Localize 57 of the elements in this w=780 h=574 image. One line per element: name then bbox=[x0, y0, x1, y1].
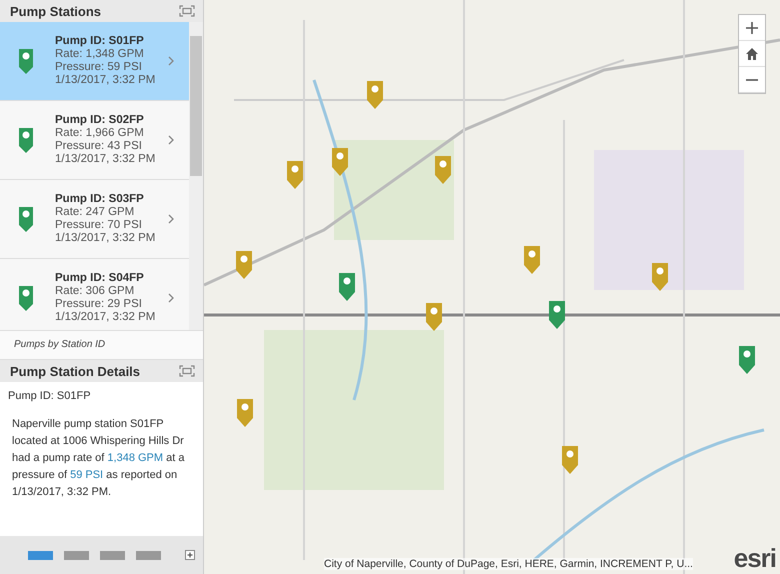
page-indicator[interactable] bbox=[100, 550, 125, 560]
chevron-icon bbox=[168, 56, 174, 66]
timestamp: 1/13/2017, 3:32 PM bbox=[55, 74, 156, 87]
map-pin-icon[interactable] bbox=[235, 250, 253, 280]
pressure-text: Pressure: 43 PSI bbox=[55, 140, 143, 153]
map-pin-icon bbox=[17, 47, 35, 75]
rate-text: Rate: 1,348 GPM bbox=[55, 48, 145, 61]
map[interactable]: City of Naperville, County of DuPage, Esri, HERE, Garmin, INCREMENT P, U... esri bbox=[204, 0, 780, 574]
map-pin-icon[interactable] bbox=[236, 398, 254, 428]
minus-icon bbox=[746, 78, 758, 80]
rate-text: Rate: 247 GPM bbox=[55, 206, 136, 219]
scrollbar[interactable] bbox=[189, 22, 203, 330]
map-pin-icon[interactable] bbox=[331, 147, 349, 177]
pump-id: Pump ID: S01FP bbox=[8, 390, 92, 402]
timestamp: 1/13/2017, 3:32 PM bbox=[55, 232, 156, 245]
chevron-icon bbox=[168, 293, 174, 303]
plus-icon bbox=[745, 20, 759, 34]
map-pin-icon[interactable] bbox=[561, 445, 579, 475]
map-pin-icon[interactable] bbox=[738, 345, 756, 375]
station-list-item[interactable]: Pump ID: S01FP Rate: 1,348 GPM Pressure: 59 PSI 1/13/2017, 3:32 PM bbox=[0, 22, 189, 101]
map-pin-icon[interactable] bbox=[338, 272, 356, 302]
maximize-icon[interactable] bbox=[179, 365, 195, 377]
map-pin-icon[interactable] bbox=[286, 160, 304, 190]
rate-text: Rate: 306 GPM bbox=[55, 285, 136, 298]
page-indicator[interactable] bbox=[28, 550, 53, 560]
chevron-icon bbox=[168, 135, 174, 145]
logo: esri bbox=[734, 543, 776, 574]
pressure-text: Pressure: 29 PSI bbox=[55, 298, 143, 311]
map-pin-icon bbox=[17, 284, 35, 312]
map-pin-icon[interactable] bbox=[425, 302, 443, 332]
pump-id: Pump ID: S01FP bbox=[55, 35, 145, 48]
expand-icon[interactable] bbox=[185, 550, 195, 560]
panel-title: Pump Stations bbox=[10, 4, 102, 18]
map-pin-icon[interactable] bbox=[548, 300, 566, 330]
pressure-text: Pressure: 70 PSI bbox=[55, 219, 143, 232]
map-pin-icon[interactable] bbox=[651, 262, 669, 292]
chevron-icon bbox=[168, 214, 174, 224]
map-attribution: City of Naperville, County of DuPage, Esri, HERE, Garmin, INCREMENT P, U... bbox=[324, 558, 693, 570]
timestamp: 1/13/2017, 3:32 PM bbox=[55, 311, 156, 324]
rate-text: Rate: 1,966 GPM bbox=[55, 127, 145, 140]
timestamp: 1/13/2017, 3:32 PM bbox=[55, 153, 156, 166]
map-pin-icon bbox=[17, 126, 35, 154]
list-caption: Pumps by Station ID bbox=[0, 330, 203, 355]
maximize-icon[interactable] bbox=[179, 5, 195, 17]
pump-id: Pump ID: S03FP bbox=[55, 193, 145, 206]
map-pin-icon[interactable] bbox=[366, 80, 384, 110]
pressure-text: Pressure: 59 PSI bbox=[55, 61, 143, 74]
pump-id: Pump ID: S04FP bbox=[55, 272, 145, 285]
pump-id: Pump ID: S02FP bbox=[55, 114, 145, 127]
panel-title: Pump Station Details bbox=[10, 364, 140, 378]
page-indicator[interactable] bbox=[136, 550, 161, 560]
map-pin-icon[interactable] bbox=[434, 155, 452, 185]
map-pin-icon bbox=[17, 205, 35, 233]
page-indicator[interactable] bbox=[64, 550, 89, 560]
home-icon bbox=[745, 46, 759, 60]
description-text: Naperville pump station S01FP located at 1006 Whispering Hills Dr had a pump rate of 1,348 GPM at a pressure of 59 PSI as reported on 1/13/2017, 3:32 PM. bbox=[11, 417, 186, 500]
map-pin-icon[interactable] bbox=[523, 245, 541, 275]
